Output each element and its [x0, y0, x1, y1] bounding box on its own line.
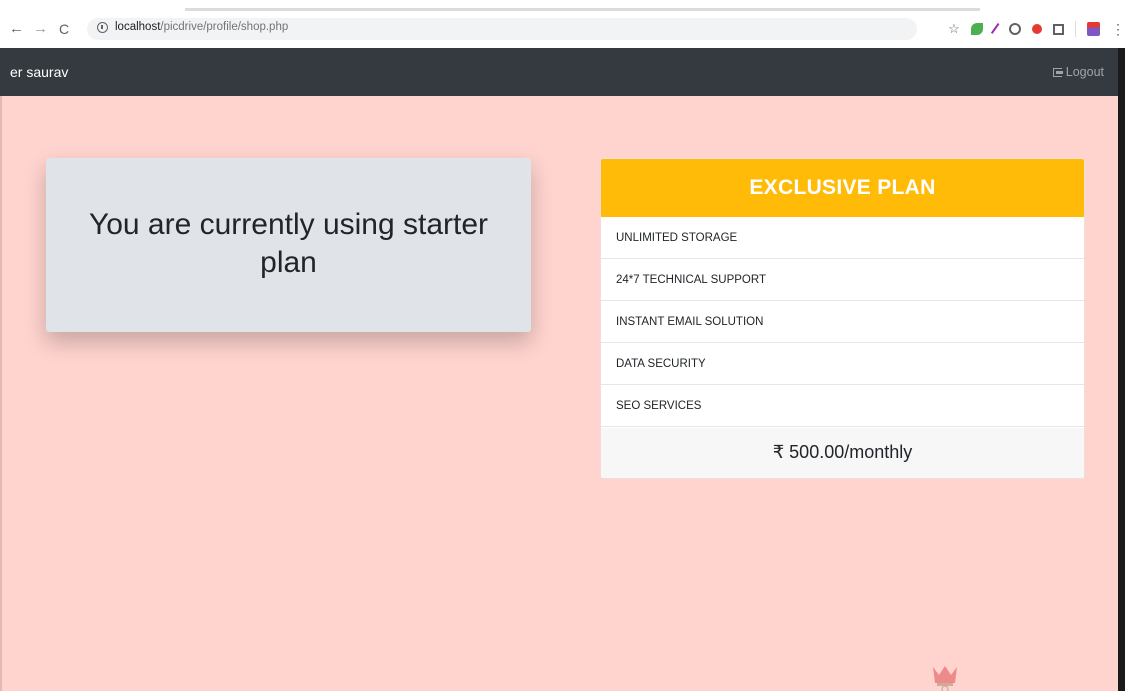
- tab-strip: [0, 0, 1125, 11]
- red-extension-icon[interactable]: [1032, 24, 1042, 34]
- feature-item: 24*7 TECHNICAL SUPPORT: [601, 259, 1084, 301]
- feature-item: SEO SERVICES: [601, 385, 1084, 427]
- back-icon[interactable]: ←: [9, 19, 24, 39]
- logout-label: Logout: [1065, 65, 1104, 79]
- right-edge: [1118, 48, 1125, 691]
- left-edge: [0, 96, 2, 691]
- address-bar[interactable]: localhost/picdrive/profile/shop.php: [87, 18, 917, 40]
- current-plan-card: You are currently using starter plan: [46, 158, 531, 332]
- browser-toolbar: ← → C localhost/picdrive/profile/shop.ph…: [0, 0, 1125, 48]
- watermark-logo-icon: [933, 666, 957, 691]
- screen: ← → C localhost/picdrive/profile/shop.ph…: [0, 0, 1125, 691]
- extension-icons: ☆ ⋮: [948, 20, 1125, 38]
- feature-item: INSTANT EMAIL SOLUTION: [601, 301, 1084, 343]
- forward-icon[interactable]: →: [33, 19, 48, 39]
- current-plan-message: You are currently using starter plan: [88, 208, 489, 279]
- feature-item: UNLIMITED STORAGE: [601, 217, 1084, 259]
- star-icon[interactable]: ☆: [948, 22, 960, 35]
- url-text[interactable]: localhost/picdrive/profile/shop.php: [115, 21, 288, 33]
- feature-list: UNLIMITED STORAGE 24*7 TECHNICAL SUPPORT…: [601, 217, 1084, 427]
- info-icon[interactable]: [97, 22, 108, 33]
- toolbar-separator: [1075, 21, 1076, 37]
- plan-price[interactable]: ₹ 500.00/monthly: [601, 428, 1084, 478]
- reload-icon[interactable]: C: [59, 19, 69, 39]
- app-navbar: er saurav Logout: [0, 48, 1118, 96]
- sign-out-icon: [1052, 67, 1063, 77]
- leaf-extension-icon[interactable]: [971, 23, 983, 35]
- url-host: localhost: [115, 21, 161, 33]
- plan-title: EXCLUSIVE PLAN: [601, 159, 1084, 217]
- brand-link[interactable]: er saurav: [10, 64, 68, 80]
- profile-avatar-icon[interactable]: [1087, 22, 1100, 36]
- pen-extension-icon[interactable]: [990, 22, 1002, 36]
- square-extension-icon[interactable]: [1053, 23, 1064, 35]
- exclusive-plan-card: EXCLUSIVE PLAN UNLIMITED STORAGE 24*7 TE…: [600, 158, 1085, 479]
- feature-item: DATA SECURITY: [601, 343, 1084, 385]
- logout-link[interactable]: Logout: [1052, 65, 1104, 79]
- menu-icon[interactable]: ⋮: [1111, 22, 1125, 36]
- url-path: /picdrive/profile/shop.php: [160, 21, 289, 33]
- circle-extension-icon[interactable]: [1009, 23, 1021, 35]
